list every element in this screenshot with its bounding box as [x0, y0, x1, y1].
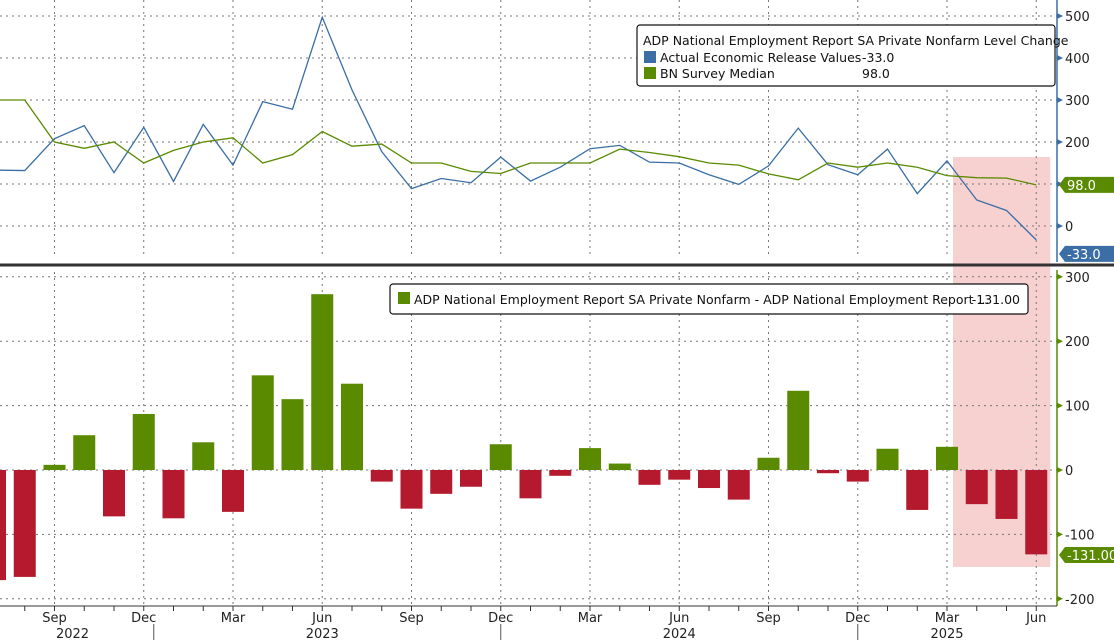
x-year-label: 2023 — [306, 627, 339, 640]
bar — [0, 470, 6, 581]
top-legend: ADP National Employment Report SA Privat… — [636, 24, 1069, 87]
bar — [787, 390, 810, 470]
bar — [876, 448, 899, 470]
x-month-label: Sep — [399, 611, 424, 626]
tick-mark — [1057, 467, 1063, 473]
bar — [817, 470, 839, 474]
bottom-y-tick-label: -100 — [1065, 528, 1095, 543]
tick-mark — [1057, 273, 1063, 280]
x-month-label: Jun — [668, 611, 689, 626]
x-month-label: Mar — [221, 611, 246, 626]
bar — [995, 470, 1018, 519]
x-year-label: 2025 — [930, 627, 963, 640]
legend-swatch — [644, 67, 656, 79]
x-month-label: Jun — [311, 611, 332, 626]
callout-text: -131.00 — [1067, 549, 1114, 564]
bottom-y-tick-label: -200 — [1065, 593, 1095, 608]
tick-mark — [1057, 55, 1063, 61]
bottom-y-tick-label: 100 — [1065, 400, 1090, 415]
bar — [965, 470, 988, 505]
bar — [132, 413, 155, 470]
bar — [162, 470, 185, 519]
bar — [43, 464, 66, 470]
bottom-y-tick-label: 200 — [1065, 335, 1090, 350]
legend-swatch — [398, 292, 410, 304]
top-y-tick-label: 200 — [1065, 136, 1090, 151]
bar — [489, 444, 512, 470]
bar — [727, 470, 750, 500]
tick-mark — [1057, 531, 1063, 538]
bar — [281, 399, 304, 470]
bar — [251, 375, 274, 470]
x-month-label: Sep — [42, 611, 67, 626]
tick-mark — [1057, 338, 1063, 345]
x-month-label: Jun — [1025, 611, 1046, 626]
top-y-tick-label: 0 — [1065, 220, 1073, 235]
bar — [311, 294, 334, 470]
bar — [1025, 470, 1048, 555]
legend-series-value: 98.0 — [862, 66, 890, 81]
bar — [519, 470, 542, 499]
legend-series-name: Actual Economic Release Values — [660, 50, 861, 65]
legend-title: ADP National Employment Report SA Privat… — [643, 33, 1069, 48]
legend-series-value: -33.0 — [862, 50, 894, 65]
bar — [608, 463, 631, 470]
tick-mark — [1057, 97, 1063, 103]
bar — [13, 470, 36, 577]
bar — [341, 383, 363, 470]
callout-text: -33.0 — [1067, 248, 1101, 263]
tick-mark — [1057, 223, 1063, 229]
bar — [906, 470, 929, 510]
bar — [549, 470, 572, 476]
bar — [668, 470, 691, 480]
bar — [579, 448, 601, 470]
bar — [103, 470, 125, 517]
x-month-label: Mar — [935, 611, 960, 626]
x-month-label: Dec — [845, 611, 870, 626]
bar — [846, 470, 869, 482]
actual-last-value: -33.0 — [1059, 245, 1114, 263]
bar — [400, 470, 423, 509]
bar — [430, 470, 453, 494]
bar — [222, 470, 244, 512]
survey-median-line — [0, 99, 1037, 186]
x-year-label: 2024 — [663, 627, 696, 640]
x-month-label: Mar — [578, 611, 603, 626]
bar — [936, 446, 958, 470]
x-year-label: 2022 — [56, 627, 89, 640]
legend-swatch — [644, 51, 656, 63]
x-month-label: Sep — [756, 611, 781, 626]
x-month-label: Dec — [488, 611, 513, 626]
top-y-tick-label: 500 — [1065, 10, 1090, 25]
bottom-legend: ADP National Employment Report SA Privat… — [389, 283, 1029, 315]
bar — [73, 435, 96, 470]
bar — [460, 470, 482, 487]
bar — [192, 442, 215, 470]
tick-mark — [1057, 402, 1063, 409]
bar — [757, 457, 780, 470]
tick-mark — [1057, 13, 1063, 19]
top-y-tick-label: 400 — [1065, 52, 1090, 67]
tick-mark — [1057, 595, 1063, 602]
tick-mark — [1057, 139, 1063, 145]
legend-series-name: ADP National Employment Report SA Privat… — [414, 292, 989, 307]
legend-series-value: -131.00 — [972, 292, 1020, 307]
top-y-tick-label: 300 — [1065, 94, 1090, 109]
x-month-label: Dec — [131, 611, 156, 626]
adp-chart: 50040030020010003002001000-100-200SepDec… — [0, 0, 1114, 640]
bar — [370, 470, 393, 482]
bar — [698, 470, 720, 489]
survey-last-value: 98.0 — [1059, 176, 1114, 194]
bottom-y-tick-label: 300 — [1065, 271, 1090, 286]
callout-text: 98.0 — [1067, 179, 1096, 194]
legend-series-name: BN Survey Median — [660, 66, 775, 81]
diff-last-value: -131.00 — [1059, 547, 1114, 564]
bar — [638, 470, 661, 485]
bottom-y-tick-label: 0 — [1065, 464, 1073, 479]
